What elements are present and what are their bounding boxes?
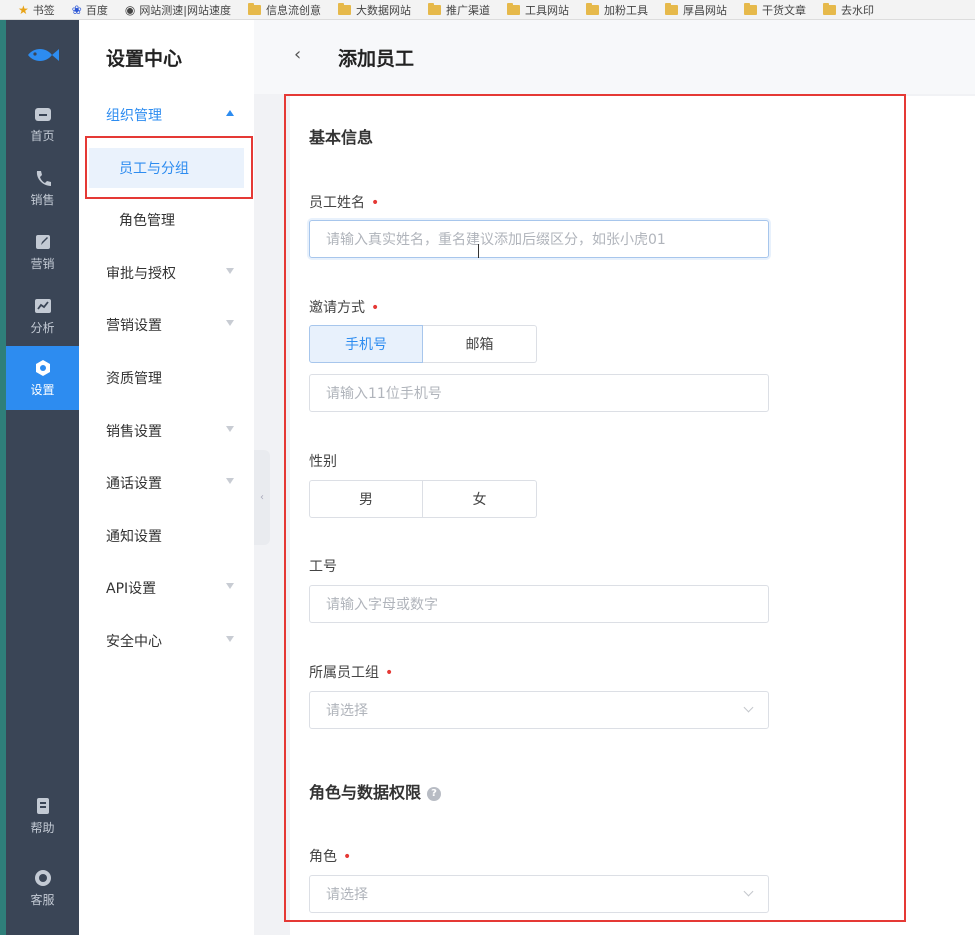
nav-customer-service[interactable]: 客服 — [6, 856, 79, 920]
menu-item-call-settings[interactable]: 通话设置 — [79, 463, 254, 503]
menu-item-security-center[interactable]: 安全中心 — [79, 621, 254, 661]
fish-logo-icon[interactable] — [26, 46, 60, 64]
folder-icon — [665, 2, 679, 15]
menu-group-organization[interactable]: 组织管理 — [79, 95, 254, 135]
caret-down-icon — [226, 636, 234, 642]
edit-icon — [35, 234, 50, 249]
page-title: 添加员工 — [338, 48, 415, 70]
chart-icon — [34, 298, 51, 313]
highlight-box-form — [284, 94, 906, 922]
caret-down-icon — [226, 426, 234, 432]
folder-icon — [507, 2, 521, 15]
main-nav-sidebar: 首页 销售 营销 分析 设置 帮助 客服 — [6, 20, 79, 935]
nav-home[interactable]: 首页 — [6, 92, 79, 156]
highlight-box-menu — [85, 136, 253, 199]
baidu-paw-icon: ❀ — [71, 2, 82, 17]
home-icon — [34, 107, 51, 121]
settings-icon — [35, 359, 50, 376]
bookmark-folder[interactable]: 去水印 — [823, 2, 874, 18]
bookmark-item[interactable]: ❀ 百度 — [72, 2, 108, 18]
bookmark-folder[interactable]: 加粉工具 — [586, 2, 648, 18]
folder-icon — [744, 2, 758, 15]
nav-analysis[interactable]: 分析 — [6, 284, 79, 348]
caret-down-icon — [226, 268, 234, 274]
caret-down-icon — [226, 478, 234, 484]
phone-icon — [36, 170, 51, 186]
caret-up-icon — [226, 110, 234, 116]
menu-item-api-settings[interactable]: API设置 — [79, 568, 254, 608]
bookmark-folder[interactable]: 信息流创意 — [248, 2, 321, 18]
page-header: ‹ 添加员工 — [254, 20, 975, 94]
bookmark-folder[interactable]: 推广渠道 — [428, 2, 490, 18]
nav-marketing[interactable]: 营销 — [6, 220, 79, 284]
folder-icon — [338, 2, 352, 15]
bookmarks-bar: ★ 书签 ❀ 百度 ◉ 网站测速|网站速度 信息流创意 大数据网站 推广渠道 工具网站… — [0, 0, 975, 20]
menu-item-qualification[interactable]: 资质管理 — [79, 358, 254, 398]
nav-settings[interactable]: 设置 — [6, 346, 79, 410]
caret-down-icon — [226, 583, 234, 589]
bookmark-folder[interactable]: 厚昌网站 — [665, 2, 727, 18]
bookmark-folder[interactable]: 干货文章 — [744, 2, 806, 18]
star-icon: ★ — [18, 2, 29, 17]
headset-icon — [34, 869, 51, 886]
nav-sales[interactable]: 销售 — [6, 156, 79, 220]
folder-icon — [586, 2, 600, 15]
menu-item-approval[interactable]: 审批与授权 — [79, 253, 254, 293]
menu-item-notification-settings[interactable]: 通知设置 — [79, 516, 254, 556]
caret-down-icon — [226, 320, 234, 326]
back-chevron-icon[interactable]: ‹ — [294, 44, 301, 65]
chevron-left-icon: ‹ — [260, 492, 264, 503]
bookmark-folder[interactable]: 大数据网站 — [338, 2, 411, 18]
menu-item-sales-settings[interactable]: 销售设置 — [79, 411, 254, 451]
eye-icon: ◉ — [124, 2, 136, 17]
collapse-handle[interactable]: ‹ — [254, 450, 270, 545]
folder-icon — [248, 2, 262, 15]
folder-icon — [428, 2, 442, 15]
help-doc-icon — [36, 797, 49, 814]
menu-item-role-management[interactable]: 角色管理 — [79, 200, 254, 240]
menu-item-marketing-settings[interactable]: 营销设置 — [79, 305, 254, 345]
bookmark-item[interactable]: ★ 书签 — [18, 2, 55, 18]
nav-help[interactable]: 帮助 — [6, 784, 79, 848]
bookmark-folder[interactable]: 工具网站 — [507, 2, 569, 18]
submenu-title: 设置中心 — [106, 48, 183, 70]
folder-icon — [823, 2, 837, 15]
bookmark-item[interactable]: ◉ 网站测速|网站速度 — [125, 2, 231, 18]
